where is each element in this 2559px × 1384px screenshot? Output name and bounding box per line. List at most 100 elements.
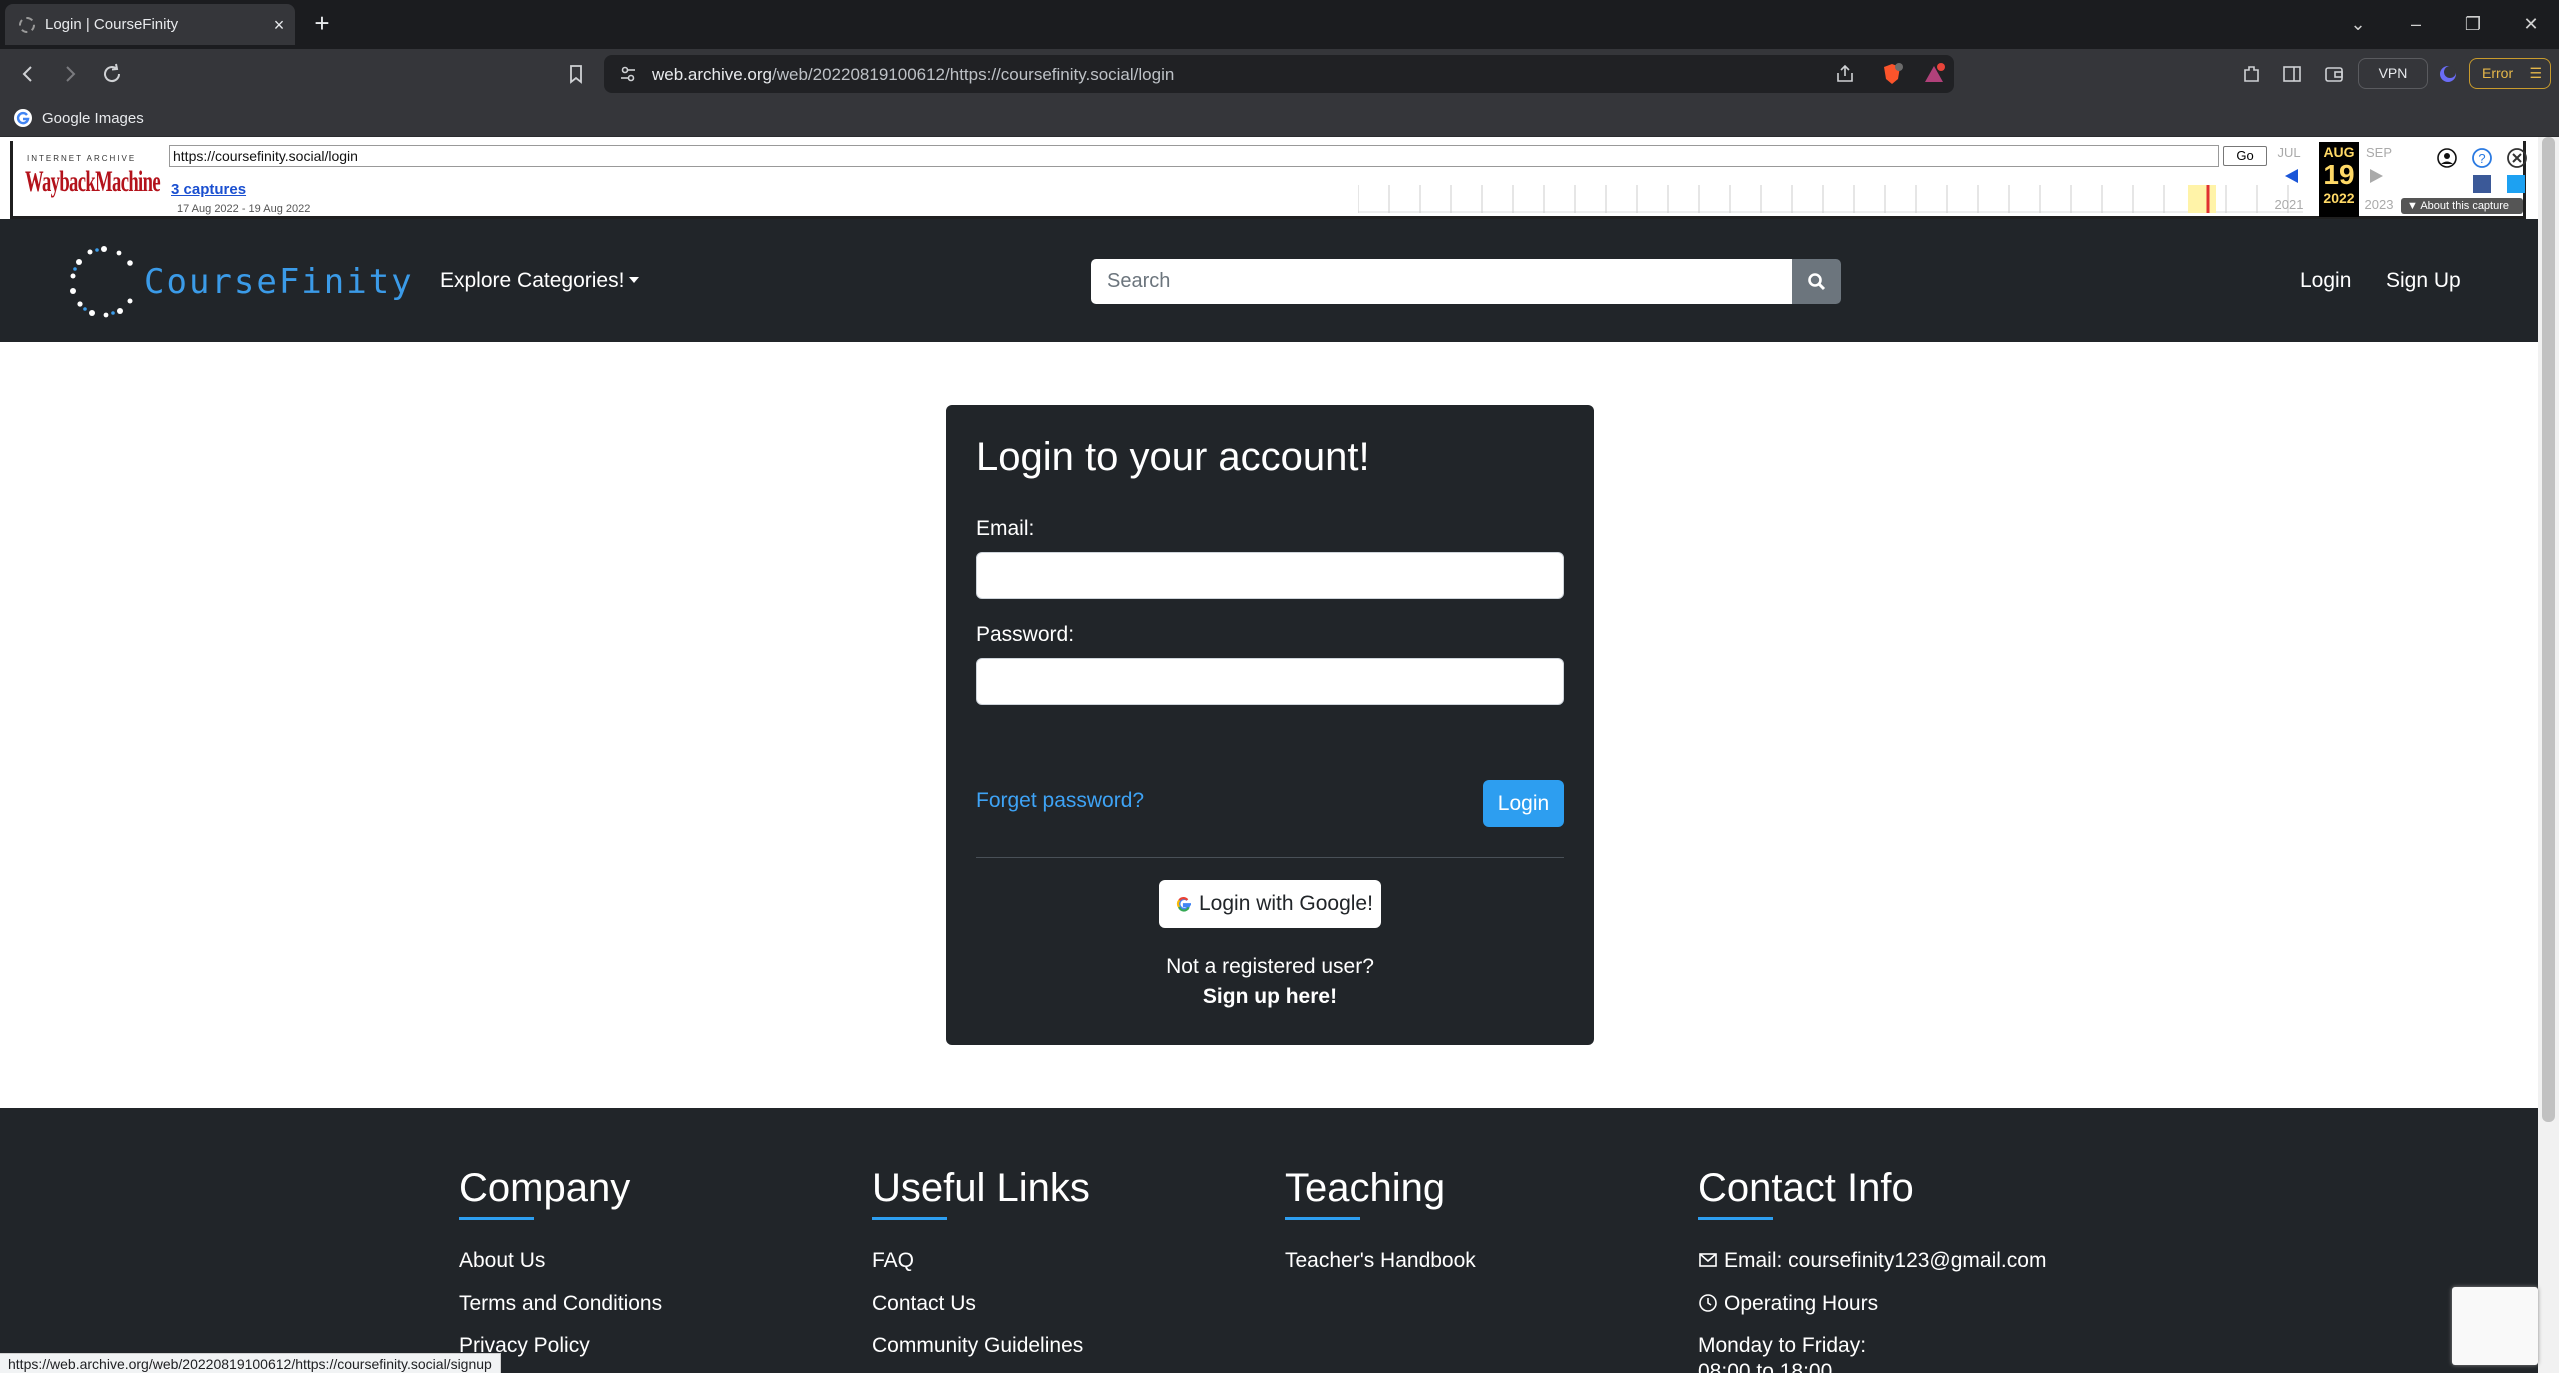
loading-spinner-icon [19, 17, 35, 33]
url-path: /web/20220819100612/https://coursefinity… [772, 65, 1175, 84]
forgot-password-link[interactable]: Forget password? [976, 789, 1144, 813]
leo-ai-icon[interactable] [2436, 62, 2460, 86]
footer-faq-link[interactable]: FAQ [872, 1249, 914, 1273]
google-icon [1176, 897, 1191, 912]
minimize-button[interactable]: – [2404, 12, 2428, 36]
login-button[interactable]: Login [1483, 780, 1564, 827]
site-footer: Company About Us Terms and Conditions Pr… [0, 1108, 2538, 1383]
footer-email-text: Email: coursefinity123@gmail.com [1724, 1249, 2047, 1272]
browser-tab-strip: Login | CourseFinity × + ⌄ – ❐ ✕ [0, 0, 2559, 49]
wayback-account-icon[interactable] [2437, 148, 2457, 168]
footer-handbook-link[interactable]: Teacher's Handbook [1285, 1249, 1476, 1273]
share-icon[interactable] [1834, 63, 1856, 85]
bookmark-label: Google Images [42, 109, 144, 127]
wayback-prev-month[interactable]: JUL [2269, 145, 2309, 160]
extensions-icon[interactable] [2240, 62, 2264, 86]
address-bar[interactable]: web.archive.org/web/20220819100612/https… [604, 55, 1954, 93]
wayback-next-year[interactable]: 2023 [2359, 197, 2399, 212]
search-button[interactable] [1792, 259, 1841, 304]
back-icon[interactable] [16, 62, 40, 86]
nav-signup-link[interactable]: Sign Up [2386, 269, 2461, 293]
signup-link-label[interactable]: Sign up here! [1203, 985, 1337, 1008]
browser-status-bar: https://web.archive.org/web/202208191006… [0, 1353, 501, 1373]
vpn-button[interactable]: VPN [2358, 58, 2428, 89]
nav-login-link[interactable]: Login [2300, 269, 2351, 293]
twitter-icon[interactable] [2507, 175, 2525, 193]
wallet-icon[interactable] [2322, 62, 2346, 86]
svg-text:?: ? [2478, 151, 2485, 166]
recaptcha-badge[interactable] [2452, 1287, 2538, 1365]
brave-rewards-icon[interactable] [1922, 62, 1946, 86]
browser-tab[interactable]: Login | CourseFinity × [5, 4, 295, 45]
footer-days: Monday to Friday: [1698, 1334, 1867, 1357]
page-scrollbar[interactable] [2538, 137, 2559, 1373]
wayback-next-arrow-icon[interactable] [2368, 167, 2386, 185]
wayback-prev-year[interactable]: 2021 [2269, 197, 2309, 212]
footer-teaching-column: Teaching Teacher's Handbook [1285, 1166, 1476, 1272]
footer-company-heading: Company [459, 1166, 631, 1210]
wayback-current-capture: AUG 19 2022 [2319, 142, 2359, 217]
bookmark-icon[interactable] [564, 62, 588, 86]
wayback-captures-link[interactable]: 3 captures [171, 181, 246, 198]
reload-icon[interactable] [100, 62, 124, 86]
explore-label: Explore Categories! [440, 269, 625, 292]
clock-icon [1699, 1294, 1717, 1312]
email-field[interactable] [976, 552, 1564, 599]
coursefinity-logo-icon[interactable] [64, 241, 144, 321]
wayback-date-range: 17 Aug 2022 - 19 Aug 2022 [177, 203, 311, 215]
scrollbar-thumb[interactable] [2542, 137, 2555, 1122]
footer-useful-links-column: Useful Links FAQ Contact Us Community Gu… [872, 1166, 1090, 1357]
browser-toolbar: web.archive.org/web/20220819100612/https… [0, 49, 2559, 99]
wayback-about-capture[interactable]: ▼ About this capture [2401, 198, 2523, 214]
brave-shield-icon[interactable] [1880, 62, 1904, 86]
wayback-close-icon[interactable] [2507, 148, 2527, 168]
main-content: Login to your account! Email: Password: … [0, 342, 2538, 1108]
login-title: Login to your account! [976, 435, 1370, 479]
brand-name[interactable]: CourseFinity [144, 262, 414, 302]
heading-underline [1698, 1217, 1773, 1220]
footer-company-column: Company About Us Terms and Conditions Pr… [459, 1166, 662, 1357]
tab-search-chevron-icon[interactable]: ⌄ [2346, 12, 2370, 36]
site-info-icon[interactable] [618, 64, 638, 84]
wayback-help-icon[interactable]: ? [2472, 148, 2492, 168]
signup-here-link[interactable]: Sign up here! [946, 985, 1594, 1009]
footer-teaching-heading: Teaching [1285, 1166, 1446, 1210]
heading-underline [872, 1217, 947, 1220]
password-field[interactable] [976, 658, 1564, 705]
footer-contact-link[interactable]: Contact Us [872, 1292, 976, 1316]
explore-categories-dropdown[interactable]: Explore Categories! [440, 269, 640, 293]
wayback-logo[interactable]: WaybackMachine [25, 165, 161, 199]
search-input[interactable] [1091, 259, 1792, 304]
forward-icon[interactable] [58, 62, 82, 86]
error-label: Error [2482, 65, 2514, 81]
wayback-next-month[interactable]: SEP [2359, 145, 2399, 160]
bookmark-google-images[interactable]: Google Images [14, 107, 144, 129]
footer-terms-link[interactable]: Terms and Conditions [459, 1292, 662, 1316]
footer-contact-column: Contact Info Email: coursefinity123@gmai… [1698, 1166, 2046, 1383]
tab-close-icon[interactable]: × [271, 16, 287, 34]
restore-button[interactable]: ❐ [2461, 12, 2485, 36]
footer-hours: Operating Hours [1698, 1292, 1878, 1316]
footer-useful-heading: Useful Links [872, 1166, 1090, 1210]
footer-email[interactable]: Email: coursefinity123@gmail.com [1698, 1249, 2046, 1273]
wayback-prev-arrow-icon[interactable] [2282, 167, 2300, 185]
wayback-current-day: 19 [2323, 159, 2355, 190]
url-host: web.archive.org [652, 65, 773, 84]
sidebar-icon[interactable] [2280, 62, 2304, 86]
menu-icon: ☰ [2529, 65, 2542, 81]
login-with-google-button[interactable]: Login with Google! [1159, 880, 1381, 928]
wayback-capture-sparkline[interactable] [1358, 181, 2303, 213]
wayback-url-input[interactable] [169, 145, 2219, 167]
close-window-button[interactable]: ✕ [2519, 12, 2543, 36]
footer-guidelines-link[interactable]: Community Guidelines [872, 1334, 1083, 1358]
facebook-icon[interactable] [2473, 175, 2491, 193]
wayback-go-button[interactable]: Go [2223, 146, 2267, 166]
vpn-label: VPN [2378, 65, 2408, 81]
google-button-label: Login with Google! [1199, 892, 1373, 915]
heading-underline [459, 1217, 534, 1220]
wayback-current-month: AUG [2323, 144, 2355, 160]
new-tab-button[interactable]: + [310, 10, 334, 36]
wayback-current-year: 2022 [2323, 190, 2355, 206]
error-menu-button[interactable]: Error ☰ [2469, 58, 2551, 89]
footer-about-us-link[interactable]: About Us [459, 1249, 545, 1273]
